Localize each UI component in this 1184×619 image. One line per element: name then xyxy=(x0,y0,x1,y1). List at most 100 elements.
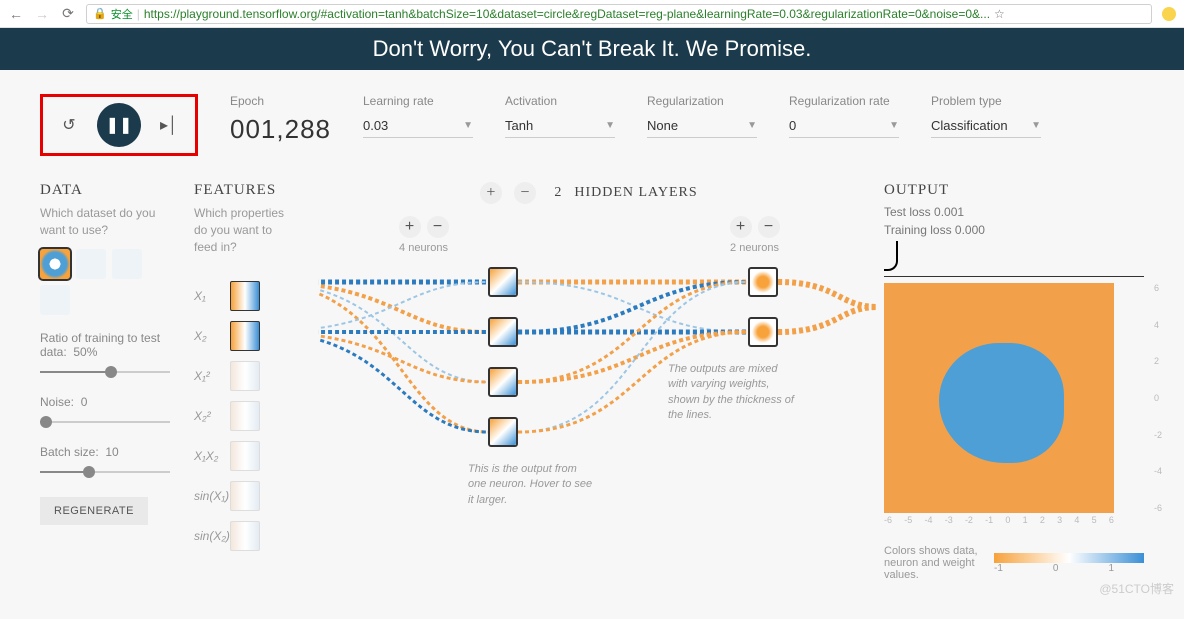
top-controls: ↺ ❚❚ ▸│ Epoch 001,288 Learning rate 0.03… xyxy=(0,70,1184,172)
feature-label: X₁ xyxy=(194,289,224,303)
loss-chart xyxy=(884,241,1144,277)
features-panel: FEATURES Which properties do you want to… xyxy=(194,182,294,581)
epoch-label: Epoch xyxy=(230,94,331,108)
dataset-spiral[interactable] xyxy=(40,285,70,315)
watermark: @51CTO博客 xyxy=(1099,580,1174,597)
playback-controls: ↺ ❚❚ ▸│ xyxy=(40,94,198,156)
lock-icon: 🔒 xyxy=(93,7,107,20)
noise-label: Noise: xyxy=(40,395,74,409)
secure-label: 安全 xyxy=(111,6,133,22)
play-pause-button[interactable]: ❚❚ xyxy=(97,103,141,147)
network-panel: + − 2 HIDDEN LAYERS +− 4 neurons +− 2 ne… xyxy=(318,182,860,581)
noise-value: 0 xyxy=(81,395,88,409)
chevron-down-icon: ▼ xyxy=(1031,120,1041,131)
output-heatmap[interactable] xyxy=(884,283,1114,513)
layer-count: 2 xyxy=(554,185,562,201)
feature-sinx2[interactable] xyxy=(230,521,260,551)
regenerate-button[interactable]: REGENERATE xyxy=(40,497,148,525)
hidden-layers-title: HIDDEN LAYERS xyxy=(574,185,697,201)
neuron-l2-2[interactable] xyxy=(748,317,778,347)
back-icon[interactable]: ← xyxy=(8,6,24,22)
neuron-l1-4[interactable] xyxy=(488,417,518,447)
neuron-callout: This is the output from one neuron. Hove… xyxy=(468,462,598,508)
chevron-down-icon: ▼ xyxy=(889,120,899,131)
output-title: OUTPUT xyxy=(884,182,1144,199)
output-panel: OUTPUT Test loss 0.001 Training loss 0.0… xyxy=(884,182,1144,581)
chevron-down-icon: ▼ xyxy=(605,120,615,131)
network-canvas: This is the output from one neuron. Hove… xyxy=(318,262,860,512)
main-area: DATA Which dataset do you want to use? R… xyxy=(0,172,1184,601)
neuron-l1-3[interactable] xyxy=(488,367,518,397)
activation-select[interactable]: Tanh▼ xyxy=(505,114,615,138)
remove-layer-button[interactable]: − xyxy=(514,182,536,204)
feature-sinx1[interactable] xyxy=(230,481,260,511)
feature-label: sin(X₂) xyxy=(194,529,224,543)
data-subtitle: Which dataset do you want to use? xyxy=(40,205,170,239)
ratio-value: 50% xyxy=(73,345,97,359)
chevron-down-icon: ▼ xyxy=(747,120,757,131)
url-text: https://playground.tensorflow.org/#activ… xyxy=(144,7,990,21)
data-panel: DATA Which dataset do you want to use? R… xyxy=(40,182,170,581)
regularization-select[interactable]: None▼ xyxy=(647,114,757,138)
banner-title: Don't Worry, You Can't Break It. We Prom… xyxy=(373,36,812,62)
feature-label: X₂ xyxy=(194,329,224,343)
reg-rate-select[interactable]: 0▼ xyxy=(789,114,899,138)
learning-rate-label: Learning rate xyxy=(363,94,473,108)
reg-rate-label: Regularization rate xyxy=(789,94,899,108)
x-axis: -6-5-4-3-2-10123456 xyxy=(884,515,1114,525)
test-loss: Test loss 0.001 xyxy=(884,205,1144,219)
add-layer-button[interactable]: + xyxy=(480,182,502,204)
ratio-slider[interactable] xyxy=(40,365,170,379)
remove-neuron-l1[interactable]: − xyxy=(427,216,449,238)
features-subtitle: Which properties do you want to feed in? xyxy=(194,205,294,255)
epoch-block: Epoch 001,288 xyxy=(230,94,331,145)
dataset-gauss[interactable] xyxy=(112,249,142,279)
forward-icon[interactable]: → xyxy=(34,6,50,22)
reset-button[interactable]: ↺ xyxy=(55,111,83,139)
page-banner: Don't Worry, You Can't Break It. We Prom… xyxy=(0,28,1184,70)
data-title: DATA xyxy=(40,182,170,199)
batch-label: Batch size: xyxy=(40,445,99,459)
feature-x2[interactable] xyxy=(230,321,260,351)
activation-label: Activation xyxy=(505,94,615,108)
layer1-count: 4 neurons xyxy=(399,242,448,254)
feature-x1sq[interactable] xyxy=(230,361,260,391)
feature-x2sq[interactable] xyxy=(230,401,260,431)
ratio-label: Ratio of training to test data: xyxy=(40,331,160,359)
feature-x1[interactable] xyxy=(230,281,260,311)
regularization-label: Regularization xyxy=(647,94,757,108)
dataset-circle[interactable] xyxy=(40,249,70,279)
address-bar[interactable]: 🔒 安全 | https://playground.tensorflow.org… xyxy=(86,4,1152,24)
learning-rate-select[interactable]: 0.03▼ xyxy=(363,114,473,138)
batch-slider[interactable] xyxy=(40,465,170,479)
bookmark-icon[interactable]: ☆ xyxy=(994,7,1005,21)
neuron-l1-1[interactable] xyxy=(488,267,518,297)
problem-type-label: Problem type xyxy=(931,94,1041,108)
reload-icon[interactable]: ⟳ xyxy=(60,5,76,22)
neuron-l1-2[interactable] xyxy=(488,317,518,347)
legend-text: Colors shows data, neuron and weight val… xyxy=(884,545,984,581)
dataset-xor[interactable] xyxy=(76,249,106,279)
batch-value: 10 xyxy=(105,445,118,459)
noise-slider[interactable] xyxy=(40,415,170,429)
extension-icon[interactable] xyxy=(1162,7,1176,21)
feature-x1x2[interactable] xyxy=(230,441,260,471)
remove-neuron-l2[interactable]: − xyxy=(758,216,780,238)
color-legend: Colors shows data, neuron and weight val… xyxy=(884,545,1144,581)
problem-type-select[interactable]: Classification▼ xyxy=(931,114,1041,138)
add-neuron-l1[interactable]: + xyxy=(399,216,421,238)
feature-label: sin(X₁) xyxy=(194,489,224,503)
features-title: FEATURES xyxy=(194,182,294,199)
neuron-l2-1[interactable] xyxy=(748,267,778,297)
layer2-count: 2 neurons xyxy=(730,242,779,254)
chevron-down-icon: ▼ xyxy=(463,120,473,131)
feature-label: X₂² xyxy=(194,409,224,423)
browser-chrome: ← → ⟳ 🔒 安全 | https://playground.tensorfl… xyxy=(0,0,1184,28)
step-button[interactable]: ▸│ xyxy=(155,111,183,139)
weights-callout: The outputs are mixed with varying weigh… xyxy=(668,362,798,424)
feature-label: X₁² xyxy=(194,369,224,383)
add-neuron-l2[interactable]: + xyxy=(730,216,752,238)
epoch-value: 001,288 xyxy=(230,114,331,145)
feature-label: X₁X₂ xyxy=(194,449,224,463)
train-loss: Training loss 0.000 xyxy=(884,223,985,237)
